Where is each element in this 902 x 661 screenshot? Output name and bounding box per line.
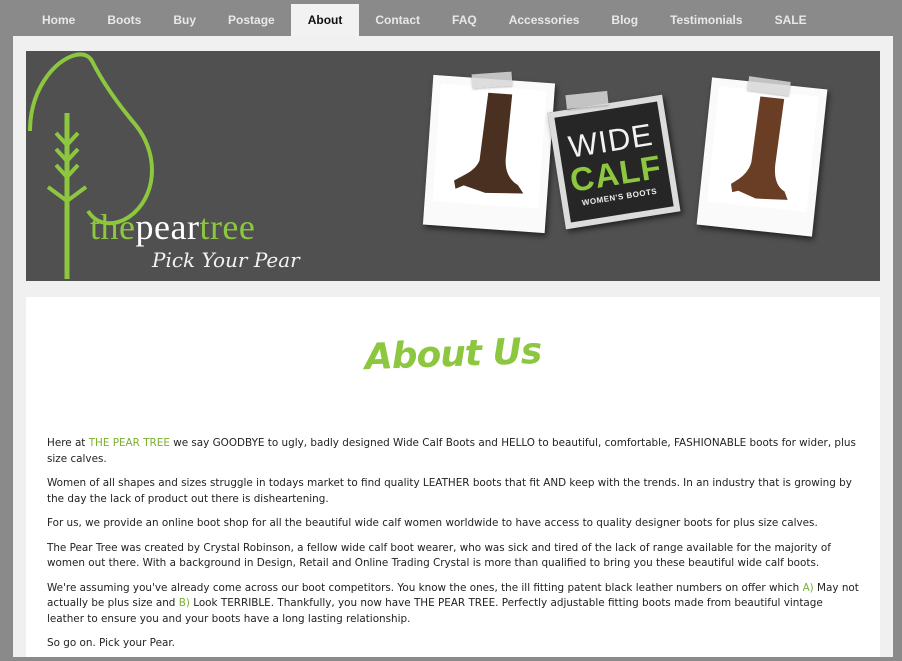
- tape-left: [471, 71, 513, 89]
- nav-accessories[interactable]: Accessories: [493, 0, 596, 36]
- paragraph-3: For us, we provide an online boot shop f…: [47, 517, 818, 529]
- nav-blog[interactable]: Blog: [595, 0, 654, 36]
- paragraph-5: We're assuming you've already come acros…: [47, 581, 859, 628]
- page-title: About Us: [364, 330, 542, 379]
- p1-pre: Here at: [47, 437, 89, 449]
- nav-postage[interactable]: Postage: [212, 0, 291, 36]
- nav-sale[interactable]: SALE: [759, 0, 823, 36]
- nav-about[interactable]: About: [290, 4, 360, 40]
- nav-buy[interactable]: Buy: [157, 0, 212, 36]
- about-body: Here at THE PEAR TREE we say GOODBYE to …: [47, 436, 859, 661]
- wide-calf-sign: WIDE CALF WOMEN'S BOOTS: [547, 94, 681, 230]
- paragraph-6: So go on. Pick your Pear.: [47, 637, 175, 649]
- label-a: A): [802, 581, 814, 594]
- header-banner: thepeartree Pick Your Pear WIDE CALF WOM…: [26, 51, 880, 281]
- logo-tagline: Pick Your Pear: [152, 248, 300, 272]
- label-b: B): [178, 597, 190, 609]
- brand-link[interactable]: THE PEAR TREE: [89, 437, 170, 449]
- logo-pear: pear: [135, 207, 200, 247]
- nav-faq[interactable]: FAQ: [436, 0, 493, 36]
- logo-wordmark[interactable]: thepeartree: [90, 206, 255, 248]
- paragraph-2: Women of all shapes and sizes struggle i…: [47, 477, 852, 505]
- page: Home Boots Buy Postage About Contact FAQ…: [0, 0, 902, 657]
- boot-photo-right: [696, 77, 828, 237]
- paragraph-4: The Pear Tree was created by Crystal Rob…: [47, 541, 831, 570]
- boot-icon: [454, 92, 524, 194]
- nav-testimonials[interactable]: Testimonials: [654, 0, 758, 36]
- p5-a: We're assuming you've already come acros…: [47, 581, 803, 594]
- logo-tree: tree: [199, 207, 256, 247]
- boot-icon: [731, 96, 788, 200]
- logo-the: the: [90, 207, 136, 247]
- about-content: About Us Here at THE PEAR TREE we say GO…: [26, 297, 880, 657]
- boot-photo-left: [422, 74, 556, 234]
- page-frame: thepeartree Pick Your Pear WIDE CALF WOM…: [13, 36, 893, 657]
- nav-boots[interactable]: Boots: [91, 0, 157, 36]
- main-nav: Home Boots Buy Postage About Contact FAQ…: [26, 0, 876, 40]
- nav-home[interactable]: Home: [26, 0, 91, 36]
- paragraph-1: Here at THE PEAR TREE we say GOODBYE to …: [47, 436, 859, 467]
- nav-contact[interactable]: Contact: [359, 0, 436, 36]
